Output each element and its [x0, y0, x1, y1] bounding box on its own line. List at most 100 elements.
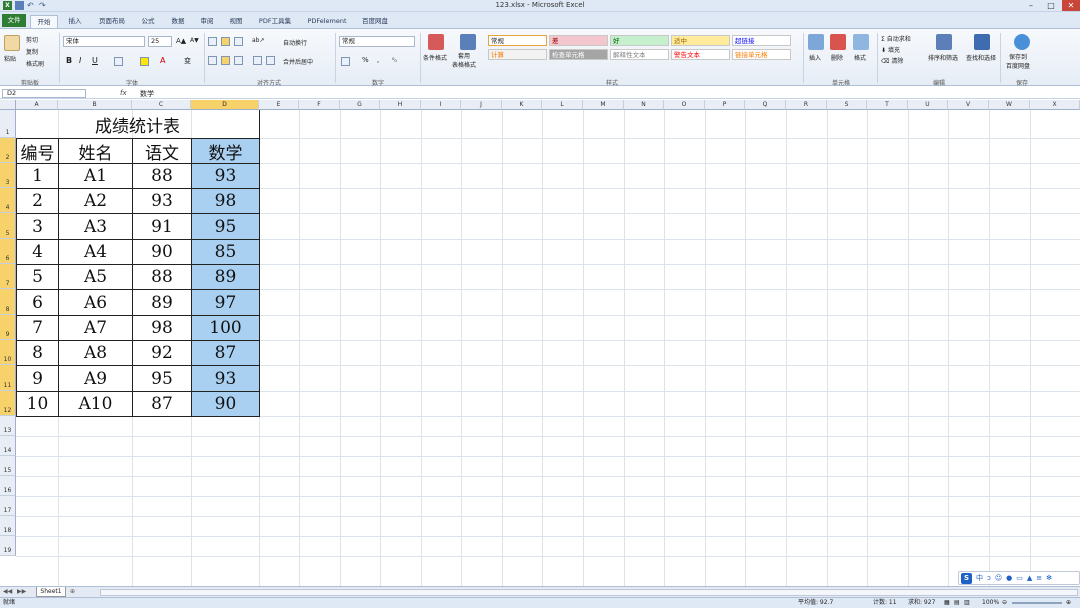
cell-style-9[interactable]: 链接单元格	[732, 49, 791, 60]
column-header-B[interactable]: B	[58, 100, 132, 110]
data-cell[interactable]: 90	[191, 391, 260, 417]
data-cell[interactable]: 87	[191, 340, 260, 366]
format-cells-icon[interactable]	[853, 34, 869, 50]
delete-button[interactable]: 删除	[831, 53, 843, 62]
data-cell[interactable]: 95	[132, 365, 192, 392]
data-cell[interactable]: 92	[132, 340, 192, 366]
row-header-12[interactable]: 12	[0, 391, 16, 416]
paste-icon[interactable]	[4, 35, 20, 51]
data-cell[interactable]: 95	[191, 213, 260, 240]
conditional-format-icon[interactable]	[428, 34, 444, 50]
column-header-F[interactable]: F	[299, 100, 340, 110]
copy-button[interactable]: 复制	[26, 47, 38, 56]
tab-pdfelement[interactable]: PDFelement	[302, 15, 352, 28]
column-header-S[interactable]: S	[827, 100, 867, 110]
tab-file[interactable]: 文件	[2, 14, 26, 27]
row-header-14[interactable]: 14	[0, 436, 16, 456]
cell-style-5[interactable]: 计算	[488, 49, 547, 60]
clear-button[interactable]: ⌫ 清除	[881, 56, 903, 65]
header-cell-1[interactable]: 姓名	[58, 138, 133, 164]
fill-color-icon[interactable]	[140, 57, 149, 66]
data-cell[interactable]: 5	[16, 264, 59, 290]
baidu-cloud-icon[interactable]	[1014, 34, 1030, 50]
data-cell[interactable]: A4	[58, 239, 133, 265]
ime-punct-icon[interactable]: ɔ	[987, 574, 991, 582]
data-cell[interactable]: A8	[58, 340, 133, 366]
row-header-9[interactable]: 9	[0, 315, 16, 340]
row-header-15[interactable]: 15	[0, 456, 16, 476]
row-header-7[interactable]: 7	[0, 264, 16, 289]
comma-button[interactable]: ,	[377, 56, 379, 64]
fill-button[interactable]: ⬇ 填充	[881, 45, 900, 54]
new-sheet-icon[interactable]: ⊕	[70, 588, 75, 595]
data-cell[interactable]: A9	[58, 365, 133, 392]
save-baidu-button[interactable]: 保存到 百度网盘	[1006, 52, 1030, 70]
orientation-icon[interactable]: ab↗	[252, 37, 265, 44]
align-center-icon[interactable]	[221, 56, 230, 65]
decrease-indent-icon[interactable]	[253, 56, 262, 65]
column-header-X[interactable]: X	[1030, 100, 1080, 110]
column-header-A[interactable]: A	[16, 100, 58, 110]
name-box[interactable]: D2	[2, 89, 86, 98]
row-header-1[interactable]: 1	[0, 110, 16, 138]
data-cell[interactable]: A6	[58, 289, 133, 316]
align-top-icon[interactable]	[208, 37, 217, 46]
insert-function-icon[interactable]: fx	[120, 89, 127, 97]
align-bottom-icon[interactable]	[234, 37, 243, 46]
column-header-W[interactable]: W	[989, 100, 1030, 110]
tab-page-layout[interactable]: 页面布局	[92, 15, 132, 28]
zoom-in-icon[interactable]: ⊕	[1066, 598, 1071, 608]
data-cell[interactable]: 87	[132, 391, 192, 417]
row-header-11[interactable]: 11	[0, 365, 16, 391]
data-cell[interactable]: A3	[58, 213, 133, 240]
column-header-L[interactable]: L	[542, 100, 583, 110]
tab-baidu-netdisk[interactable]: 百度网盘	[356, 15, 394, 28]
data-cell[interactable]: 93	[191, 365, 260, 392]
find-select-button[interactable]: 查找和选择	[966, 53, 996, 62]
font-size-select[interactable]: 25	[148, 36, 172, 47]
align-left-icon[interactable]	[208, 56, 217, 65]
font-color-icon[interactable]: A	[160, 56, 165, 65]
column-header-H[interactable]: H	[380, 100, 421, 110]
cell-style-8[interactable]: 警告文本	[671, 49, 730, 60]
formula-input[interactable]: 数学	[140, 89, 154, 99]
select-all-corner[interactable]	[0, 100, 16, 110]
tab-formulas[interactable]: 公式	[135, 15, 161, 28]
column-header-R[interactable]: R	[786, 100, 827, 110]
column-header-J[interactable]: J	[461, 100, 502, 110]
cell-style-2[interactable]: 好	[610, 35, 669, 46]
horizontal-scrollbar[interactable]	[100, 589, 1078, 596]
cell-style-0[interactable]: 常规	[488, 35, 547, 46]
column-header-I[interactable]: I	[421, 100, 461, 110]
sort-filter-button[interactable]: 排序和筛选	[928, 53, 958, 62]
format-table-icon[interactable]	[460, 34, 476, 50]
data-cell[interactable]: A7	[58, 315, 133, 341]
column-header-G[interactable]: G	[340, 100, 380, 110]
ime-voice-icon[interactable]: ●	[1006, 574, 1012, 582]
data-cell[interactable]: A10	[58, 391, 133, 417]
data-cell[interactable]: 1	[16, 163, 59, 189]
insert-cells-icon[interactable]	[808, 34, 824, 50]
ime-mode-label[interactable]: 中	[976, 573, 983, 583]
zoom-level[interactable]: 100%	[982, 598, 999, 608]
bold-button[interactable]: B	[66, 56, 72, 65]
column-header-K[interactable]: K	[502, 100, 542, 110]
currency-icon[interactable]	[341, 57, 350, 66]
data-cell[interactable]: 10	[16, 391, 59, 417]
data-cell[interactable]: 3	[16, 213, 59, 240]
row-header-4[interactable]: 4	[0, 188, 16, 213]
sheet-nav-last-icon[interactable]: ▶▶	[17, 588, 26, 595]
ime-emoji-icon[interactable]: ☺	[995, 574, 1002, 582]
row-header-2[interactable]: 2	[0, 138, 16, 163]
view-layout-icon[interactable]: ▤	[954, 598, 960, 608]
row-header-13[interactable]: 13	[0, 416, 16, 436]
data-cell[interactable]: 2	[16, 188, 59, 214]
delete-cells-icon[interactable]	[830, 34, 846, 50]
data-cell[interactable]: 89	[191, 264, 260, 290]
number-format-select[interactable]: 常规	[339, 36, 415, 47]
cell-style-3[interactable]: 适中	[671, 35, 730, 46]
row-header-10[interactable]: 10	[0, 340, 16, 365]
paste-label[interactable]: 粘贴	[4, 54, 16, 63]
data-cell[interactable]: 98	[132, 315, 192, 341]
data-cell[interactable]: 93	[132, 188, 192, 214]
